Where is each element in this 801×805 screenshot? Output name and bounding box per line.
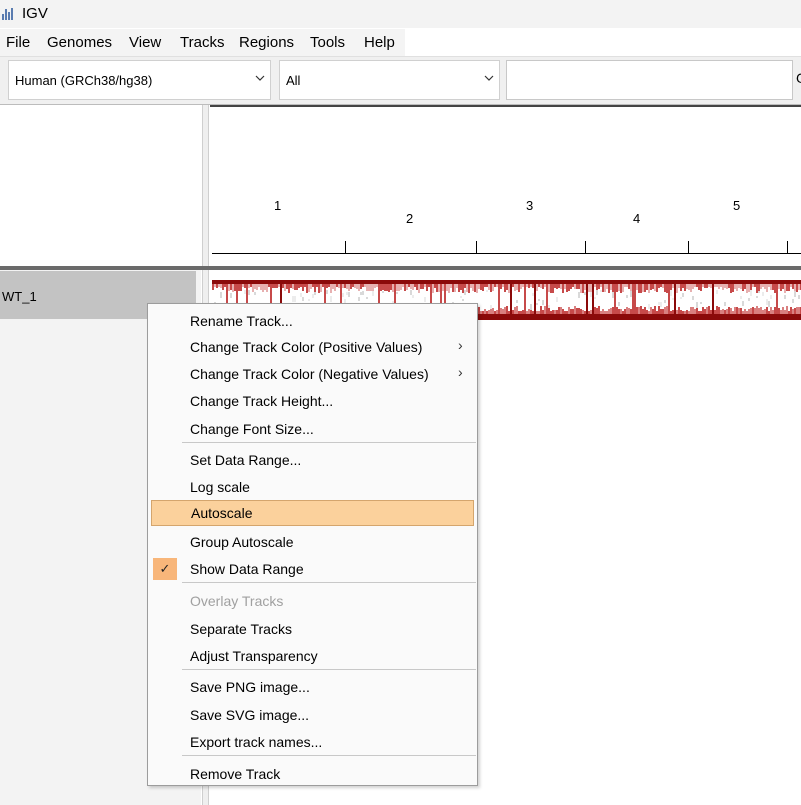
- chromosome-label[interactable]: 5: [733, 198, 740, 213]
- chevron-down-icon: [483, 71, 495, 87]
- track-context-menu: Rename Track... Change Track Color (Posi…: [147, 303, 478, 786]
- chromosome-label[interactable]: 1: [274, 198, 281, 213]
- chevron-right-icon: ›: [458, 364, 463, 380]
- menu-item-log-scale[interactable]: Log scale: [148, 474, 477, 500]
- genome-dropdown[interactable]: Human (GRCh38/hg38): [8, 60, 271, 100]
- chromosome-dropdown[interactable]: All: [279, 60, 500, 100]
- menu-item-label: Adjust Transparency: [190, 648, 318, 664]
- menu-item-label: Show Data Range: [190, 561, 304, 577]
- menu-item-set-data-range[interactable]: Set Data Range...: [148, 447, 477, 473]
- menu-item-autoscale[interactable]: Autoscale: [151, 500, 474, 526]
- menu-item-save-svg[interactable]: Save SVG image...: [148, 702, 477, 728]
- menu-view[interactable]: View: [129, 34, 161, 51]
- menu-item-label: Change Track Color (Negative Values): [190, 366, 429, 382]
- menu-item-separate-tracks[interactable]: Separate Tracks: [148, 616, 477, 642]
- menu-tools[interactable]: Tools: [310, 34, 345, 51]
- menu-item-export-track-names[interactable]: Export track names...: [148, 729, 477, 755]
- ruler-axis: [212, 253, 801, 254]
- menu-tracks[interactable]: Tracks: [180, 34, 224, 51]
- menu-genomes[interactable]: Genomes: [47, 34, 112, 51]
- menu-item-label: Separate Tracks: [190, 621, 292, 637]
- window-title: IGV: [22, 5, 48, 22]
- menu-separator: [182, 582, 476, 583]
- menu-item-label: Change Font Size...: [190, 421, 314, 437]
- menu-regions[interactable]: Regions: [239, 34, 294, 51]
- menu-separator: [182, 669, 476, 670]
- menu-item-show-data-range[interactable]: ✓ Show Data Range: [148, 556, 477, 582]
- chromosome-value: All: [286, 73, 301, 88]
- menu-item-change-track-height[interactable]: Change Track Height...: [148, 388, 477, 414]
- chevron-down-icon: [254, 71, 266, 87]
- menu-item-remove-track[interactable]: Remove Track: [148, 761, 477, 787]
- igv-app-icon: [2, 7, 15, 20]
- genome-value: Human (GRCh38/hg38): [15, 73, 153, 88]
- ruler-tick: [476, 241, 477, 253]
- menu-item-overlay-tracks: Overlay Tracks: [148, 588, 477, 614]
- ruler-tick: [345, 241, 346, 253]
- title-bar: IGV: [0, 0, 801, 28]
- locus-search-input[interactable]: [506, 60, 793, 100]
- ruler-panel: 1 2 3 4 5: [210, 105, 801, 266]
- ruler-tick: [787, 241, 788, 253]
- ruler-top-border: [210, 105, 801, 107]
- menu-item-label: Log scale: [190, 479, 250, 495]
- chromosome-label[interactable]: 2: [406, 211, 413, 226]
- header-name-panel: [0, 105, 201, 266]
- menu-item-label: Overlay Tracks: [190, 593, 284, 609]
- menu-item-label: Group Autoscale: [190, 534, 294, 550]
- menu-item-label: Export track names...: [190, 734, 323, 750]
- chromosome-label[interactable]: 3: [526, 198, 533, 213]
- menu-item-change-track-color-positive[interactable]: Change Track Color (Positive Values) ›: [148, 334, 477, 360]
- checkmark-icon: ✓: [153, 558, 177, 580]
- menu-item-label: Remove Track: [190, 766, 281, 782]
- menu-help[interactable]: Help: [364, 34, 395, 51]
- go-button-partial[interactable]: G: [796, 70, 801, 86]
- menu-item-adjust-transparency[interactable]: Adjust Transparency: [148, 643, 477, 669]
- menu-item-change-track-color-negative[interactable]: Change Track Color (Negative Values) ›: [148, 361, 477, 387]
- menu-bar: File Genomes View Tracks Regions Tools H…: [0, 29, 405, 56]
- menu-item-label: Set Data Range...: [190, 452, 302, 468]
- track-name-label: WT_1: [2, 289, 37, 304]
- menu-separator: [182, 755, 476, 756]
- menu-separator: [182, 442, 476, 443]
- ruler-tick: [585, 241, 586, 253]
- chromosome-label[interactable]: 4: [633, 211, 640, 226]
- menu-item-label: Change Track Height...: [190, 393, 334, 409]
- menu-item-label: Save SVG image...: [190, 707, 310, 723]
- menu-item-label: Rename Track...: [190, 313, 293, 329]
- ruler-tick: [688, 241, 689, 253]
- menu-item-change-font-size[interactable]: Change Font Size...: [148, 416, 477, 442]
- menu-item-rename-track[interactable]: Rename Track...: [148, 308, 477, 334]
- menu-item-label: Autoscale: [191, 505, 253, 521]
- menu-item-label: Change Track Color (Positive Values): [190, 339, 423, 355]
- chevron-right-icon: ›: [458, 337, 463, 353]
- menu-item-group-autoscale[interactable]: Group Autoscale: [148, 529, 477, 555]
- menu-file[interactable]: File: [6, 34, 30, 51]
- menu-item-label: Save PNG image...: [190, 679, 310, 695]
- menu-item-save-png[interactable]: Save PNG image...: [148, 674, 477, 700]
- toolbar: Human (GRCh38/hg38) All G: [0, 57, 801, 105]
